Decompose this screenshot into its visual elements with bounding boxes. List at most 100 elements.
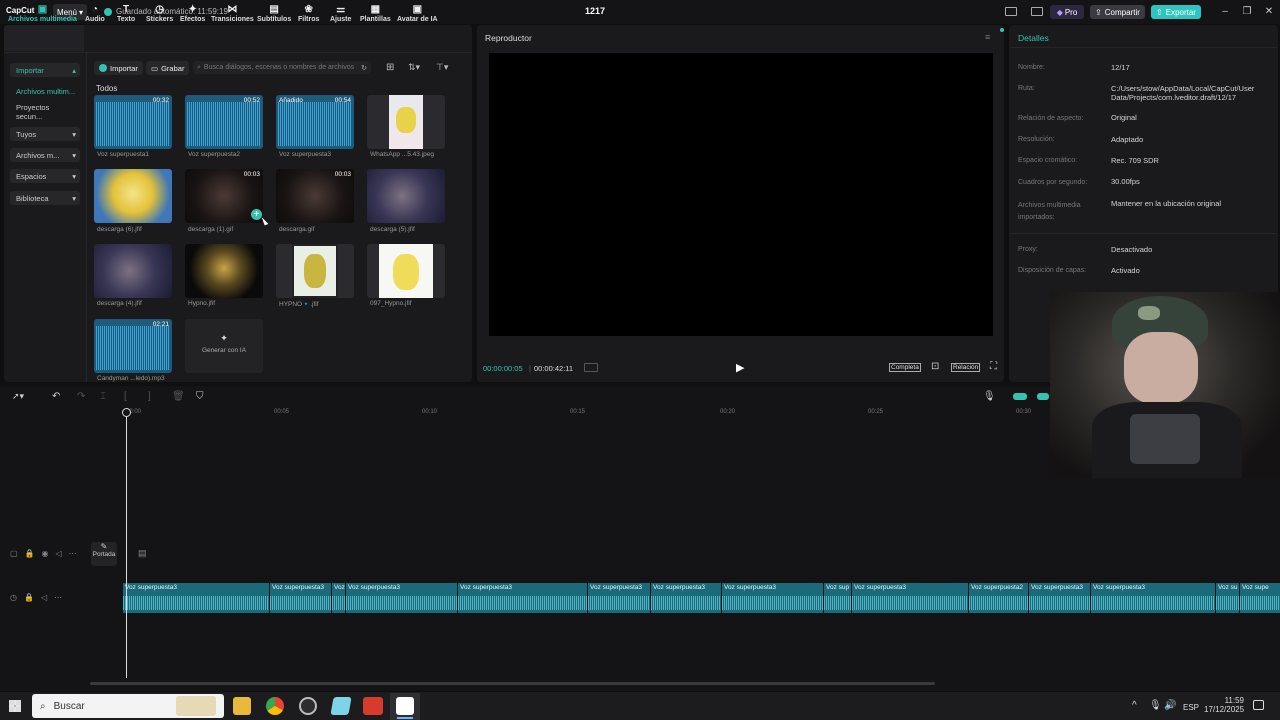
tool-subtitles[interactable]: ▤ Subtítulos (257, 4, 291, 23)
tool-effects[interactable]: ✦ Efectos (180, 4, 205, 23)
language-indicator[interactable]: ESP (1183, 703, 1199, 712)
audio-clip[interactable]: Voz superpuesta3 (346, 583, 457, 613)
media-item-image[interactable] (185, 244, 263, 298)
export-button[interactable]: ⇧ Exportar (1151, 5, 1201, 19)
audio-track-controls[interactable]: ◷🔒◁⋯ (10, 593, 69, 602)
microphone-icon[interactable]: 🎙 (983, 391, 996, 402)
media-item-image[interactable] (367, 95, 445, 149)
ratio-button[interactable]: Relación (951, 363, 981, 372)
audio-clip[interactable]: Voz superpuesta3 (458, 583, 587, 613)
audio-clip[interactable]: Voz supe (1240, 583, 1280, 613)
link-toggle-icon[interactable] (1013, 393, 1027, 400)
split-right-icon[interactable]: ] (148, 391, 151, 402)
sidebar-item-files[interactable]: Archivos m... ▾ (10, 148, 80, 162)
tool-audio[interactable]: ◔ Audio (85, 4, 105, 23)
media-item-audio[interactable]: 02:21 (94, 319, 172, 373)
sidebar-item-library[interactable]: Biblioteca ▾ (10, 191, 80, 205)
media-item-audio[interactable]: 00:32 (94, 95, 172, 149)
tool-avatar[interactable]: ▣ Avatar de IA (397, 4, 438, 23)
select-tool-icon[interactable]: ➚▾ (12, 391, 24, 402)
taskbar-search-input[interactable]: ⌕ Buscar (32, 694, 224, 718)
chevron-up-icon[interactable]: ^ (1132, 700, 1137, 711)
layout-icon[interactable] (1005, 7, 1017, 16)
video-preview[interactable] (489, 53, 993, 336)
media-item-audio[interactable]: 00:52 (185, 95, 263, 149)
tool-text[interactable]: T Texto (117, 4, 135, 23)
media-item-image[interactable] (94, 169, 172, 223)
audio-clip[interactable]: Voz superpuesta3 (123, 583, 269, 613)
split-left-icon[interactable]: [ (124, 391, 127, 402)
tool-templates[interactable]: ▦ Plantillas (360, 4, 391, 23)
audio-clip[interactable]: Voz superpuesta3 (1029, 583, 1090, 613)
share-button[interactable]: ⇪ Compartir (1090, 5, 1145, 19)
chrome-icon[interactable] (266, 697, 284, 715)
audio-clip[interactable]: Voz superpuesta3 (722, 583, 823, 613)
timeline-scrollbar[interactable] (90, 682, 935, 685)
add-to-timeline-icon[interactable]: + (251, 209, 262, 220)
tool-media[interactable]: ▣ Archivos multimedia (8, 4, 77, 23)
record-button[interactable]: ▭ Grabar (146, 61, 190, 75)
tool-filters[interactable]: ❀ Filtros (298, 4, 319, 23)
timeline-preview-icon[interactable] (584, 363, 598, 372)
obs-icon[interactable] (299, 697, 317, 715)
close-icon[interactable]: ✕ (1261, 5, 1277, 19)
search-input[interactable]: ⌕ Busca diálogos, escenas o nombres de ar… (193, 61, 371, 74)
audio-clip[interactable]: Voz (332, 583, 345, 613)
audio-clip[interactable]: Voz sup (824, 583, 851, 613)
keyboard-icon[interactable] (1031, 7, 1043, 16)
audio-clip[interactable]: Voz su (1216, 583, 1239, 613)
audio-clip[interactable]: Voz superpuesta3 (270, 583, 331, 613)
media-item-image[interactable] (276, 244, 354, 298)
import-button[interactable]: Importar (94, 61, 143, 75)
tool-adjust[interactable]: ⚌ Ajuste (330, 4, 351, 23)
full-quality-button[interactable]: Completa (889, 363, 921, 372)
capcut-icon[interactable] (396, 697, 414, 715)
zoom-icon[interactable]: ⊡ (931, 361, 939, 372)
app-icon[interactable] (330, 697, 352, 715)
playhead[interactable] (126, 410, 127, 678)
fullscreen-icon[interactable]: ⛶ (990, 361, 997, 372)
audio-clip[interactable]: Voz superpuesta3 (651, 583, 721, 613)
voicemeeter-icon[interactable] (363, 697, 383, 715)
delete-icon[interactable]: 🗑 (172, 391, 185, 402)
audio-clip[interactable]: Voz superpuesta2 (969, 583, 1028, 613)
minimize-icon[interactable]: – (1217, 5, 1233, 19)
notification-icon[interactable] (1253, 700, 1264, 710)
play-icon[interactable]: ▶ (736, 361, 744, 374)
video-track-controls[interactable]: ▢🔒◉◁⋯ (10, 549, 84, 558)
sort-icon[interactable]: ⇅▾ (408, 62, 420, 73)
grid-view-icon[interactable]: ⊞ (386, 62, 394, 73)
audio-clip[interactable]: Voz superpuesta3 (852, 583, 968, 613)
sidebar-item-import[interactable]: Importar ▴ (10, 63, 80, 77)
clock[interactable]: 11:59 17/12/2025 (1204, 696, 1244, 714)
audio-clip[interactable]: Voz superpuesta3 (588, 583, 650, 613)
hamburger-icon[interactable]: ≡ (985, 32, 990, 42)
sidebar-item-media[interactable]: Archivos multim... (10, 84, 80, 98)
split-icon[interactable]: ⌶ (100, 391, 106, 402)
maximize-icon[interactable]: ❐ (1239, 5, 1255, 19)
tool-transitions[interactable]: ⋈ Transiciones (211, 4, 254, 23)
file-explorer-icon[interactable] (233, 697, 251, 715)
cover-button[interactable]: ✎ Portada (91, 542, 117, 566)
pro-button[interactable]: ◆ Pro (1050, 5, 1084, 19)
media-item-gif[interactable]: 00:03 (276, 169, 354, 223)
generate-ai-button[interactable]: ✦ Generar con IA (185, 319, 263, 373)
sidebar-item-yours[interactable]: Tuyos ▾ (10, 127, 80, 141)
sidebar-item-subprojects[interactable]: Proyectos secun... (10, 103, 80, 121)
media-item-audio[interactable]: Añadido 00:54 (276, 95, 354, 149)
redo-icon[interactable]: ↷ (77, 391, 85, 402)
undo-icon[interactable]: ↶ (52, 391, 60, 402)
microphone-icon[interactable]: 🎙 (1149, 700, 1162, 711)
media-item-image[interactable] (94, 244, 172, 298)
audio-clip[interactable]: Voz superpuesta3 (1091, 583, 1215, 613)
media-item-image[interactable] (367, 169, 445, 223)
playhead-handle[interactable] (122, 408, 131, 417)
filter-icon[interactable]: ⊤▾ (436, 62, 448, 73)
snap-toggle-icon[interactable] (1037, 393, 1049, 400)
volume-icon[interactable]: 🔊 (1164, 700, 1176, 711)
tool-stickers[interactable]: ◷ Stickers (146, 4, 173, 23)
media-item-image[interactable] (367, 244, 445, 298)
windows-start-icon[interactable] (9, 700, 21, 712)
sidebar-item-spaces[interactable]: Espacios ▾ (10, 169, 80, 183)
marker-icon[interactable]: ⛉ (196, 391, 204, 402)
